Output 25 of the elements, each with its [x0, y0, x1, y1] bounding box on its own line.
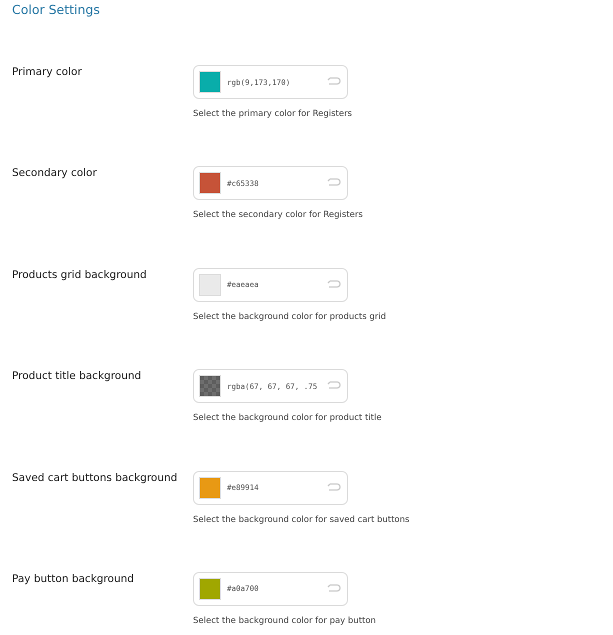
setting-description: Select the secondary color for Registers [193, 210, 363, 220]
setting-description: Select the background color for pay button [193, 616, 376, 626]
setting-description: Select the primary color for Registers [193, 109, 352, 119]
section-title: Color Settings [12, 2, 101, 18]
undo-icon[interactable] [327, 77, 341, 87]
setting-description: Select the background color for saved cart buttons [193, 514, 410, 525]
undo-icon[interactable] [327, 482, 341, 493]
undo-icon[interactable] [327, 381, 341, 392]
setting-label: Pay button background [12, 572, 135, 587]
undo-icon[interactable] [327, 178, 341, 188]
setting-label: Product title background [12, 369, 142, 384]
setting-label: Products grid background [12, 268, 148, 283]
color-swatch[interactable] [199, 578, 221, 600]
setting-label: Secondary color [12, 166, 98, 182]
setting-label: Primary color [12, 65, 83, 80]
setting-description: Select the background color for product title [193, 413, 382, 424]
color-swatch[interactable] [199, 172, 221, 194]
color-swatch[interactable] [199, 375, 221, 398]
undo-icon[interactable] [327, 280, 341, 290]
color-swatch[interactable] [199, 274, 221, 296]
setting-description: Select the background color for products grid [193, 312, 386, 322]
undo-icon[interactable] [327, 584, 341, 594]
color-swatch[interactable] [199, 476, 221, 499]
setting-label: Saved cart buttons background [12, 470, 178, 486]
color-swatch[interactable] [199, 71, 221, 93]
